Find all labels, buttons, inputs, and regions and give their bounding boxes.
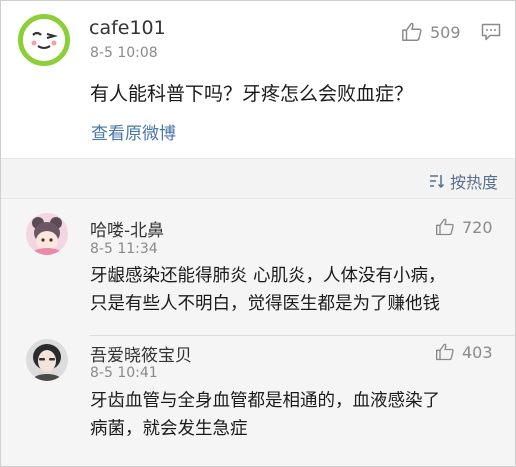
reply-text: 牙齿血管与全身血管都是相通的，血液感染了 病菌，就会发生急症	[90, 387, 490, 443]
username[interactable]: 吾爱晓筱宝贝	[90, 341, 192, 366]
thumbs-up-icon	[436, 343, 454, 361]
username[interactable]: 哈喽-北鼻	[90, 216, 164, 241]
sort-icon	[429, 175, 445, 188]
like-count: 509	[430, 22, 461, 42]
sort-by-hot-button[interactable]: 按热度	[429, 169, 498, 193]
username[interactable]: cafe101	[89, 17, 166, 39]
timestamp: 8-5 10:08	[90, 45, 158, 61]
comment-text: 有人能科普下吗？牙疼怎么会败血症？	[90, 83, 414, 105]
avatar-face-icon	[23, 19, 65, 61]
reply-text-line: 病菌，就会发生急症	[90, 419, 248, 439]
reply-text: 牙龈感染还能得肺炎 心肌炎，人体没有小病， 只是有些人不明白，觉得医生都是为了赚…	[90, 262, 490, 318]
reply-list: 哈喽-北鼻 8-5 11:34 720 牙龈感染还能得肺炎 心肌炎，人体没有小病…	[1, 199, 515, 466]
reply-text-line: 只是有些人不明白，觉得医生都是为了赚他钱	[90, 294, 440, 314]
reply-text-line: 牙龈感染还能得肺炎 心肌炎，人体没有小病，	[90, 266, 446, 286]
sort-label: 按热度	[449, 173, 498, 192]
avatar[interactable]	[18, 14, 70, 66]
reply-button[interactable]	[481, 23, 501, 41]
view-original-link[interactable]: 查看原微博	[91, 119, 176, 144]
avatar[interactable]	[26, 339, 68, 381]
main-comment: cafe101 8-5 10:08 509 有人能科普下吗？牙疼怎么会败血症？ …	[1, 1, 515, 158]
avatar[interactable]	[26, 213, 68, 255]
like-button[interactable]: 403	[435, 341, 493, 363]
thumbs-up-icon	[436, 218, 454, 236]
list-item: 哈喽-北鼻 8-5 11:34 720 牙龈感染还能得肺炎 心肌炎，人体没有小病…	[1, 199, 515, 335]
like-count: 403	[462, 342, 493, 362]
comment-icon	[481, 23, 501, 41]
reply-text-line: 牙齿血管与全身血管都是相通的，血液感染了	[90, 391, 440, 411]
avatar-photo-icon	[26, 339, 68, 381]
thumbs-up-icon	[402, 22, 422, 41]
like-count: 720	[462, 217, 493, 237]
like-button[interactable]: 720	[435, 216, 493, 238]
comment-panel: cafe101 8-5 10:08 509 有人能科普下吗？牙疼怎么会败血症？ …	[0, 0, 516, 467]
avatar-cartoon-icon	[26, 213, 68, 255]
list-item: 吾爱晓筱宝贝 8-5 10:41 403 牙齿血管与全身血管都是相通的，血液感染…	[1, 336, 515, 466]
timestamp: 8-5 10:41	[90, 365, 158, 381]
sort-bar: 按热度	[1, 158, 515, 199]
timestamp: 8-5 11:34	[90, 241, 158, 257]
like-button[interactable]: 509	[401, 21, 461, 43]
